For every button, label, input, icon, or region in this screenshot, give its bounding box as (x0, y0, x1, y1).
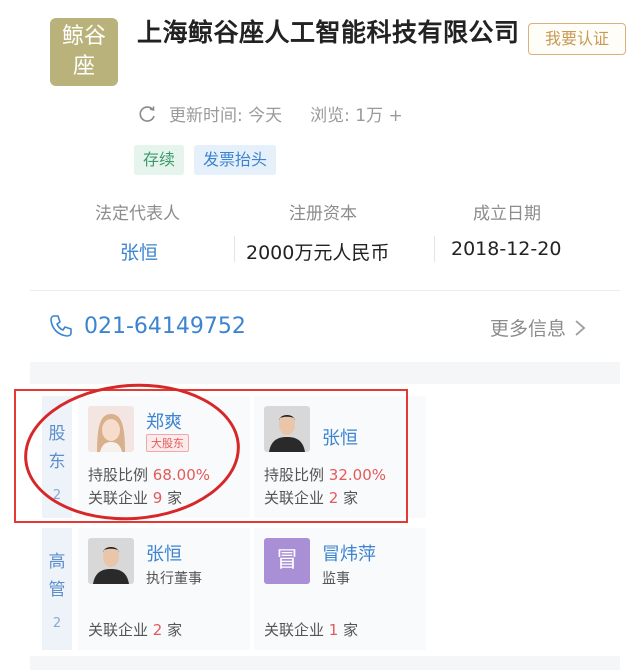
divider (30, 290, 620, 291)
date-label: 成立日期 (473, 204, 541, 224)
related-companies-unit: 家 (167, 621, 183, 639)
avatar (88, 538, 134, 584)
executive-name[interactable]: 冒炜萍 (322, 540, 376, 566)
company-name: 上海鲸谷座人工智能科技有限公司 (137, 18, 520, 47)
legal-rep-value[interactable]: 张恒 (120, 238, 158, 265)
more-info-label: 更多信息 (490, 318, 567, 340)
initial-avatar: 冒 (264, 538, 310, 584)
executives-label: 高 管 2 (42, 528, 72, 650)
related-companies-count: 1 (328, 621, 339, 639)
legal-rep-label: 法定代表人 (95, 204, 180, 224)
meta-line: 更新时间: 今天 浏览: 1万 + (137, 101, 403, 126)
logo-text-line1: 鲸谷 (61, 24, 106, 49)
phone-icon (50, 315, 72, 337)
company-logo: 鲸谷 座 (50, 18, 118, 86)
section-separator (30, 656, 620, 670)
related-companies: 关联企业 2 家 (88, 619, 182, 640)
executive-role: 监事 (322, 571, 350, 587)
executive-name[interactable]: 张恒 (146, 540, 182, 566)
related-companies-unit: 家 (343, 621, 359, 639)
related-companies: 关联企业 1 家 (264, 619, 358, 640)
update-time: 更新时间: 今天 (169, 106, 283, 126)
refresh-icon[interactable] (137, 104, 157, 124)
executives-label-char1: 高 (48, 552, 66, 572)
section-separator (30, 362, 620, 384)
status-badge: 存续 (134, 145, 185, 175)
invoice-title-tag[interactable]: 发票抬头 (194, 145, 277, 175)
related-companies-label: 关联企业 (88, 621, 149, 639)
executive-role: 执行董事 (146, 571, 202, 587)
related-companies-count: 2 (152, 621, 163, 639)
executives-count: 2 (52, 616, 62, 631)
capital-label: 注册资本 (289, 204, 357, 224)
person-avatar-icon (88, 538, 134, 584)
logo-text-line2: 座 (72, 54, 95, 79)
divider (434, 236, 435, 262)
divider (234, 236, 235, 262)
executive-card[interactable]: 冒 冒炜萍 监事 关联企业 1 家 (254, 528, 426, 650)
executive-card[interactable]: 张恒 执行董事 关联企业 2 家 (78, 528, 250, 650)
claim-button[interactable]: 我要认证 (528, 23, 626, 55)
phone-row[interactable]: 021-64149752 (48, 313, 246, 339)
phone-number: 021-64149752 (84, 313, 246, 339)
date-value: 2018-12-20 (451, 238, 562, 260)
more-info-link[interactable]: 更多信息 (490, 314, 586, 341)
related-companies-label: 关联企业 (264, 621, 325, 639)
executives-label-char2: 管 (48, 580, 66, 600)
capital-value: 2000万元人民币 (246, 242, 390, 264)
chevron-right-icon (575, 319, 586, 336)
browse-count: 浏览: 1万 + (310, 106, 403, 126)
